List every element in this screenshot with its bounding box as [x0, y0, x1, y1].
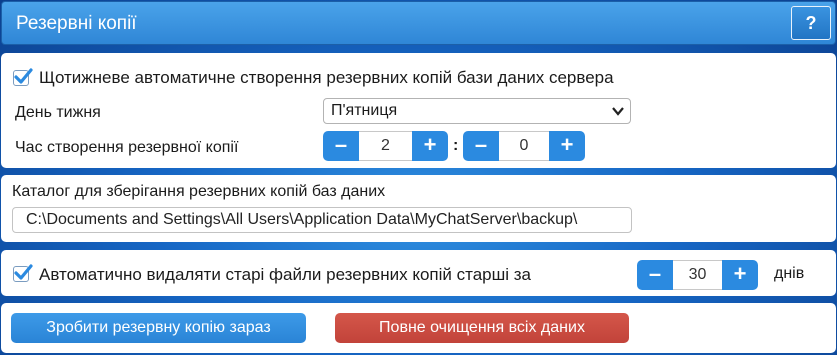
days-stepper: – 30 + — [637, 260, 758, 290]
days-input[interactable]: 30 — [673, 260, 722, 290]
chevron-down-icon — [612, 107, 624, 116]
days-unit-label: днів — [774, 265, 805, 282]
catalog-label: Каталог для зберігання резервних копій б… — [12, 183, 386, 200]
days-decrement-button[interactable]: – — [637, 260, 673, 290]
catalog-panel: Каталог для зберігання резервних копій б… — [1, 175, 836, 242]
purge-all-data-button[interactable]: Повне очищення всіх даних — [335, 313, 629, 343]
day-of-week-label: День тижня — [15, 104, 101, 121]
auto-delete-checkbox[interactable] — [13, 264, 33, 282]
day-of-week-select[interactable]: П'ятниця — [323, 98, 631, 124]
weekly-backup-label: Щотижневе автоматичне створення резервни… — [39, 68, 614, 87]
weekly-backup-checkbox[interactable] — [13, 68, 33, 86]
hour-input[interactable]: 2 — [359, 131, 412, 161]
cleanup-panel: Автоматично видаляти старі файли резервн… — [1, 250, 836, 296]
day-of-week-value: П'ятниця — [331, 102, 398, 119]
hour-decrement-button[interactable]: – — [323, 131, 359, 161]
minute-stepper: – 0 + — [463, 131, 585, 161]
backup-time-label: Час створення резервної копії — [15, 139, 239, 156]
help-button[interactable]: ? — [791, 6, 831, 40]
check-icon — [14, 264, 33, 280]
hour-increment-button[interactable]: + — [412, 131, 448, 161]
backup-path-input[interactable]: C:\Documents and Settings\All Users\Appl… — [12, 207, 632, 233]
schedule-panel: Щотижневе автоматичне створення резервни… — [1, 53, 836, 168]
page-header: Резервні копії ? — [1, 1, 836, 45]
backup-now-button[interactable]: Зробити резервну копію зараз — [11, 313, 306, 343]
page-title: Резервні копії — [16, 13, 137, 34]
minute-decrement-button[interactable]: – — [463, 131, 499, 161]
time-separator: : — [453, 137, 459, 154]
check-icon — [14, 68, 33, 84]
minute-input[interactable]: 0 — [499, 131, 549, 161]
days-increment-button[interactable]: + — [722, 260, 758, 290]
actions-panel: Зробити резервну копію зараз Повне очище… — [1, 303, 836, 353]
auto-delete-label: Автоматично видаляти старі файли резервн… — [39, 265, 531, 284]
minute-increment-button[interactable]: + — [549, 131, 585, 161]
hour-stepper: – 2 + — [323, 131, 448, 161]
